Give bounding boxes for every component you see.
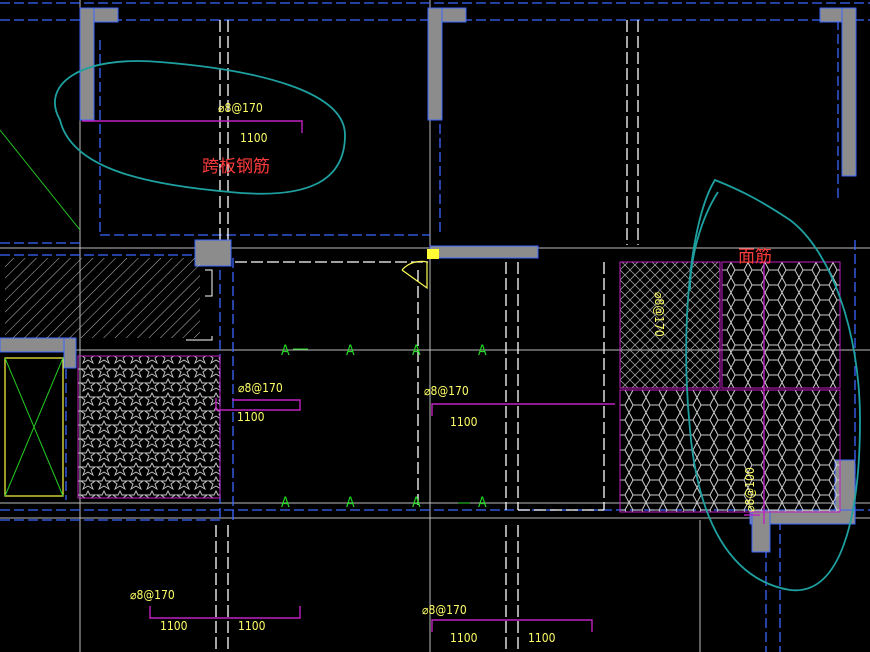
floor-plan-drawing: A A A A A A A A ⌀8@170 ⌀8@170 ⌀8@170 ⌀8@… — [0, 0, 870, 652]
length-value: 1100 — [238, 619, 266, 633]
cross-hatch-region — [619, 261, 721, 389]
axis-marker-ticks — [293, 348, 470, 504]
axis-marker: A — [478, 495, 487, 511]
length-value: 1100 — [160, 619, 188, 633]
rebar-spec: ⌀8@170 — [130, 588, 175, 602]
axis-marker: A — [346, 495, 355, 511]
length-value: 1100 — [450, 415, 478, 429]
length-value: 1100 — [237, 410, 265, 424]
hex-hatch-region-bottom — [619, 389, 841, 513]
rebar-spec: ⌀8@170 — [238, 381, 283, 395]
rebar-spec: ⌀8@170 — [218, 101, 263, 115]
rebar-spec: ⌀8@170 — [422, 603, 467, 617]
cad-drawing-canvas[interactable]: A A A A A A A A ⌀8@170 ⌀8@170 ⌀8@170 ⌀8@… — [0, 0, 870, 652]
hex-hatch-region-top — [721, 261, 841, 389]
rebar-spec: ⌀8@170 — [424, 384, 469, 398]
axis-marker: A — [281, 495, 290, 511]
star-hatch-region — [77, 355, 221, 499]
top-rebar-note: 面筋 — [738, 247, 772, 267]
door-swing-arc-icon — [401, 260, 428, 290]
axis-marker: A — [412, 343, 421, 359]
axis-marker: A — [281, 343, 290, 359]
rebar-spec-vertical: ⌀8@170 — [652, 292, 666, 337]
white-dashed-beams — [215, 20, 639, 652]
length-value: 1100 — [450, 631, 478, 645]
axis-marker: A — [412, 495, 421, 511]
rebar-spec-vertical: ⌀8@100 — [743, 467, 757, 512]
door-jamb-marker — [427, 249, 439, 259]
length-value: 1100 — [240, 131, 268, 145]
length-value: 1100 — [528, 631, 556, 645]
axis-marker: A — [346, 343, 355, 359]
axis-marker: A — [478, 343, 487, 359]
diagonal-hatch-icon — [5, 258, 200, 338]
cross-rebar-note: 跨板钢筋 — [202, 157, 270, 177]
